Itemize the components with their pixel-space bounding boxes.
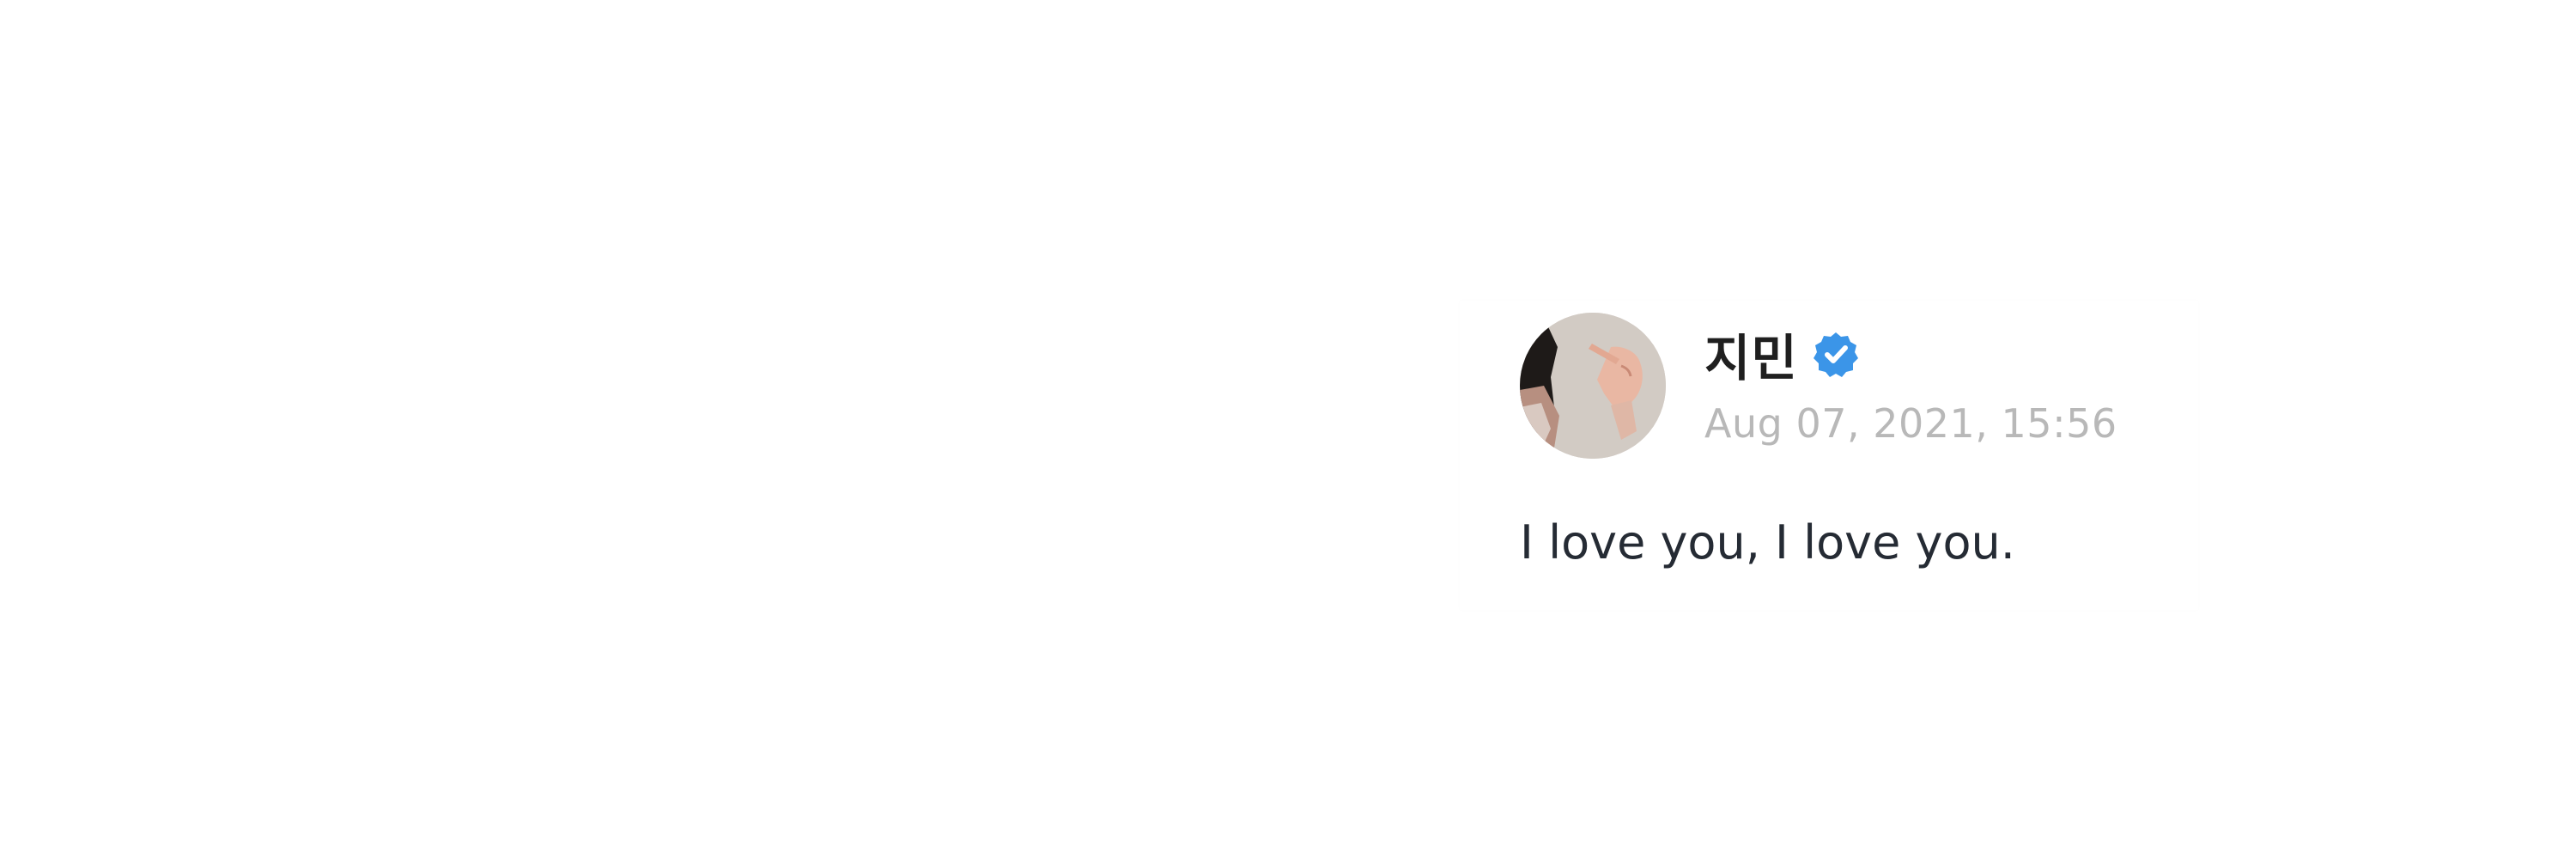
- author-name[interactable]: 지민: [1704, 318, 1798, 390]
- post-timestamp: Aug 07, 2021, 15:56: [1704, 400, 2117, 447]
- verified-badge-icon: [1812, 330, 1860, 378]
- author-block: 지민 Aug 07, 2021, 15:56: [1704, 321, 2168, 447]
- post-text: I love you, I love you.: [1520, 515, 2015, 570]
- post-header: 지민 Aug 07, 2021, 15:56: [1520, 313, 2172, 467]
- post-card: 지민 Aug 07, 2021, 15:56 I love you, I lov…: [1460, 301, 2198, 610]
- avatar-photo: [1520, 313, 1666, 459]
- author-row: 지민: [1704, 321, 2168, 387]
- avatar[interactable]: [1520, 313, 1666, 459]
